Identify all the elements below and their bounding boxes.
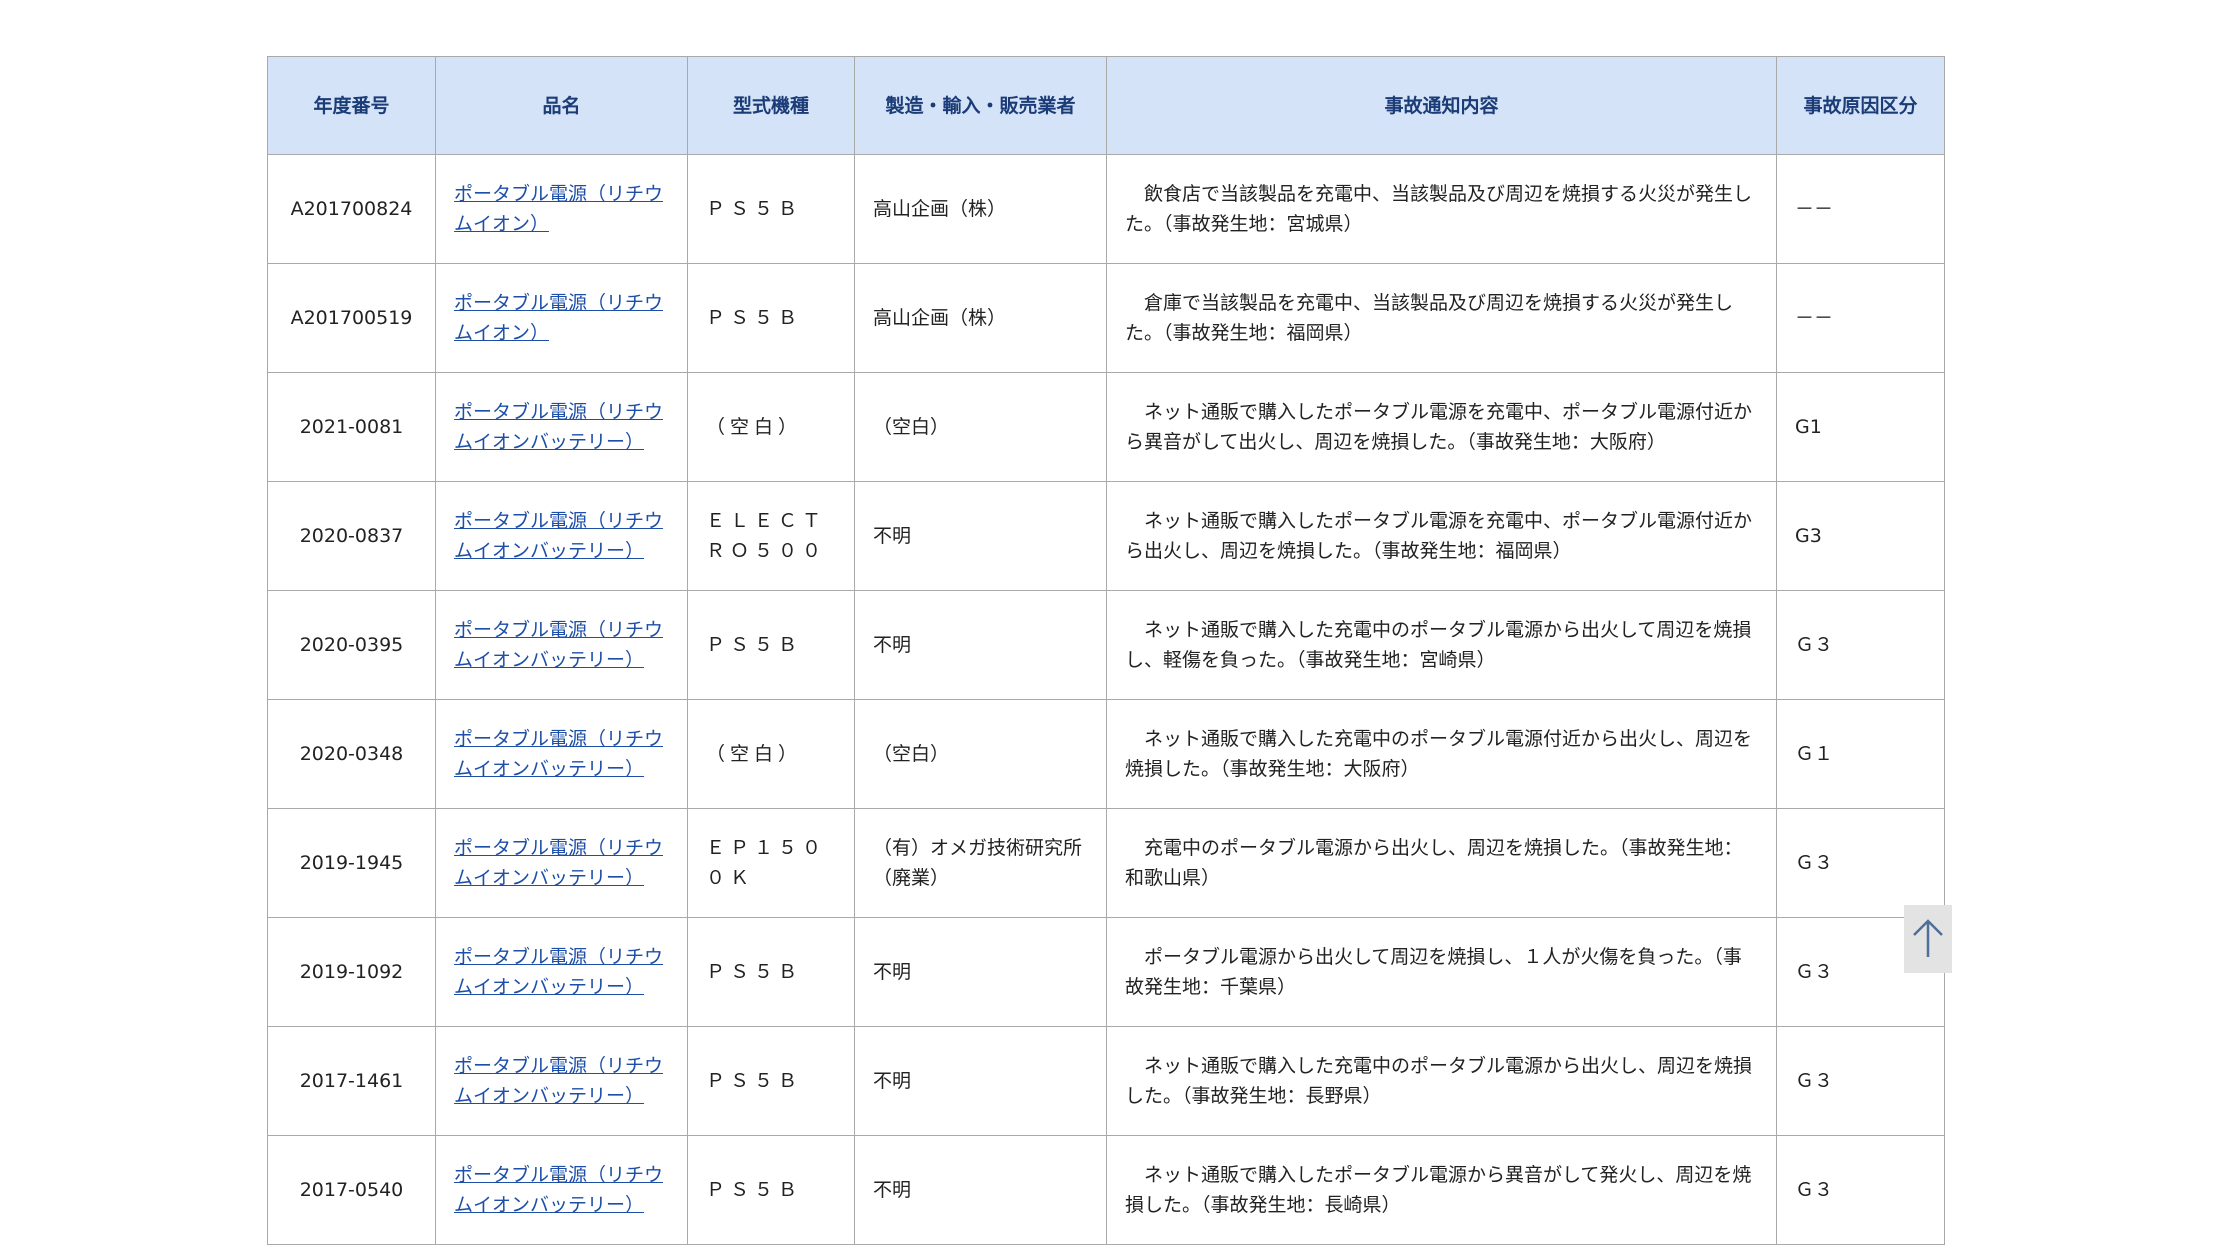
product-name-link[interactable]: ポータブル電源（リチウムイオンバッテリー） [454, 1055, 663, 1107]
arrow-up-icon [1913, 919, 1943, 957]
cell-maker: 高山企画（株） [854, 263, 1107, 373]
cell-name: ポータブル電源（リチウムイオンバッテリー） [435, 917, 688, 1027]
cell-name: ポータブル電源（リチウムイオン） [435, 263, 688, 373]
table-row: 2020-0395 ポータブル電源（リチウムイオンバッテリー） ＰＳ５Ｂ 不明 … [267, 590, 1945, 700]
cell-model: ＰＳ５Ｂ [687, 154, 855, 264]
cell-model: ＥＰ１５００Ｋ [687, 808, 855, 918]
cell-name: ポータブル電源（リチウムイオン） [435, 154, 688, 264]
cell-name: ポータブル電源（リチウムイオンバッテリー） [435, 372, 688, 482]
cell-content: ネット通販で購入したポータブル電源を充電中、ポータブル電源付近から出火し、周辺を… [1106, 481, 1777, 591]
cell-model: （空白） [687, 699, 855, 809]
cell-content: 倉庫で当該製品を充電中、当該製品及び周辺を焼損する火災が発生した。（事故発生地：… [1106, 263, 1777, 373]
cell-maker: （空白） [854, 372, 1107, 482]
cell-cause: G1 [1776, 372, 1945, 482]
cell-id: 2020-0348 [267, 699, 436, 809]
cell-cause: Ｇ３ [1776, 590, 1945, 700]
cell-maker: 不明 [854, 1026, 1107, 1136]
cell-id: 2020-0395 [267, 590, 436, 700]
product-name-link[interactable]: ポータブル電源（リチウムイオンバッテリー） [454, 728, 663, 780]
table-row: 2019-1092 ポータブル電源（リチウムイオンバッテリー） ＰＳ５Ｂ 不明 … [267, 917, 1945, 1027]
cell-name: ポータブル電源（リチウムイオンバッテリー） [435, 699, 688, 809]
product-name-link[interactable]: ポータブル電源（リチウムイオンバッテリー） [454, 619, 663, 671]
cell-content: ネット通販で購入したポータブル電源を充電中、ポータブル電源付近から異音がして出火… [1106, 372, 1777, 482]
cell-id: 2019-1945 [267, 808, 436, 918]
cell-id: A201700519 [267, 263, 436, 373]
cell-maker: 不明 [854, 1135, 1107, 1245]
cell-id: 2021-0081 [267, 372, 436, 482]
cell-content: 飲食店で当該製品を充電中、当該製品及び周辺を焼損する火災が発生した。（事故発生地… [1106, 154, 1777, 264]
incident-table-container: 年度番号 品名 型式機種 製造・輸入・販売業者 事故通知内容 事故原因区分 A2… [267, 56, 1945, 1245]
cell-name: ポータブル電源（リチウムイオンバッテリー） [435, 808, 688, 918]
table-row: A201700519 ポータブル電源（リチウムイオン） ＰＳ５Ｂ 高山企画（株）… [267, 263, 1945, 373]
product-name-link[interactable]: ポータブル電源（リチウムイオンバッテリー） [454, 1164, 663, 1216]
cell-cause: Ｇ３ [1776, 808, 1945, 918]
cell-id: 2020-0837 [267, 481, 436, 591]
cell-content: ネット通販で購入した充電中のポータブル電源付近から出火し、周辺を焼損した。（事故… [1106, 699, 1777, 809]
cell-cause: －－ [1776, 263, 1945, 373]
cell-maker: 高山企画（株） [854, 154, 1107, 264]
product-name-link[interactable]: ポータブル電源（リチウムイオン） [454, 292, 663, 344]
cell-id: 2017-1461 [267, 1026, 436, 1136]
cell-cause: －－ [1776, 154, 1945, 264]
cell-model: ＰＳ５Ｂ [687, 1135, 855, 1245]
cell-model: ＥＬＥＣＴＲＯ５００ [687, 481, 855, 591]
cell-maker: 不明 [854, 590, 1107, 700]
cell-cause: Ｇ３ [1776, 1026, 1945, 1136]
header-model: 型式機種 [687, 56, 855, 155]
table-row: 2017-1461 ポータブル電源（リチウムイオンバッテリー） ＰＳ５Ｂ 不明 … [267, 1026, 1945, 1136]
product-name-link[interactable]: ポータブル電源（リチウムイオンバッテリー） [454, 837, 663, 889]
cell-cause: Ｇ１ [1776, 699, 1945, 809]
cell-id: 2017-0540 [267, 1135, 436, 1245]
cell-name: ポータブル電源（リチウムイオンバッテリー） [435, 590, 688, 700]
table-row: 2020-0837 ポータブル電源（リチウムイオンバッテリー） ＥＬＥＣＴＲＯ５… [267, 481, 1945, 591]
product-name-link[interactable]: ポータブル電源（リチウムイオンバッテリー） [454, 510, 663, 562]
scroll-to-top-button[interactable] [1904, 905, 1952, 973]
cell-maker: （空白） [854, 699, 1107, 809]
incident-table: 年度番号 品名 型式機種 製造・輸入・販売業者 事故通知内容 事故原因区分 A2… [267, 56, 1945, 1245]
header-name: 品名 [435, 56, 688, 155]
table-row: 2019-1945 ポータブル電源（リチウムイオンバッテリー） ＥＰ１５００Ｋ … [267, 808, 1945, 918]
cell-maker: （有）オメガ技術研究所（廃業） [854, 808, 1107, 918]
cell-content: ポータブル電源から出火して周辺を焼損し、１人が火傷を負った。（事故発生地：千葉県… [1106, 917, 1777, 1027]
product-name-link[interactable]: ポータブル電源（リチウムイオンバッテリー） [454, 946, 663, 998]
table-row: 2020-0348 ポータブル電源（リチウムイオンバッテリー） （空白） （空白… [267, 699, 1945, 809]
cell-name: ポータブル電源（リチウムイオンバッテリー） [435, 1026, 688, 1136]
cell-content: ネット通販で購入した充電中のポータブル電源から出火して周辺を焼損し、軽傷を負った… [1106, 590, 1777, 700]
table-row: 2017-0540 ポータブル電源（リチウムイオンバッテリー） ＰＳ５Ｂ 不明 … [267, 1135, 1945, 1245]
product-name-link[interactable]: ポータブル電源（リチウムイオンバッテリー） [454, 401, 663, 453]
cell-model: ＰＳ５Ｂ [687, 590, 855, 700]
cell-id: A201700824 [267, 154, 436, 264]
cell-name: ポータブル電源（リチウムイオンバッテリー） [435, 481, 688, 591]
cell-id: 2019-1092 [267, 917, 436, 1027]
header-maker: 製造・輸入・販売業者 [854, 56, 1107, 155]
header-content: 事故通知内容 [1106, 56, 1777, 155]
cell-maker: 不明 [854, 917, 1107, 1027]
cell-content: 充電中のポータブル電源から出火し、周辺を焼損した。（事故発生地：和歌山県） [1106, 808, 1777, 918]
cell-model: ＰＳ５Ｂ [687, 1026, 855, 1136]
header-cause: 事故原因区分 [1776, 56, 1945, 155]
product-name-link[interactable]: ポータブル電源（リチウムイオン） [454, 183, 663, 235]
cell-content: ネット通販で購入した充電中のポータブル電源から出火し、周辺を焼損した。（事故発生… [1106, 1026, 1777, 1136]
table-row: A201700824 ポータブル電源（リチウムイオン） ＰＳ５Ｂ 高山企画（株）… [267, 154, 1945, 264]
cell-cause: G3 [1776, 481, 1945, 591]
cell-name: ポータブル電源（リチウムイオンバッテリー） [435, 1135, 688, 1245]
table-header-row: 年度番号 品名 型式機種 製造・輸入・販売業者 事故通知内容 事故原因区分 [267, 56, 1945, 155]
table-row: 2021-0081 ポータブル電源（リチウムイオンバッテリー） （空白） （空白… [267, 372, 1945, 482]
cell-maker: 不明 [854, 481, 1107, 591]
cell-cause: Ｇ３ [1776, 1135, 1945, 1245]
cell-content: ネット通販で購入したポータブル電源から異音がして発火し、周辺を焼損した。（事故発… [1106, 1135, 1777, 1245]
cell-model: （空白） [687, 372, 855, 482]
cell-model: ＰＳ５Ｂ [687, 917, 855, 1027]
cell-model: ＰＳ５Ｂ [687, 263, 855, 373]
header-id: 年度番号 [267, 56, 436, 155]
